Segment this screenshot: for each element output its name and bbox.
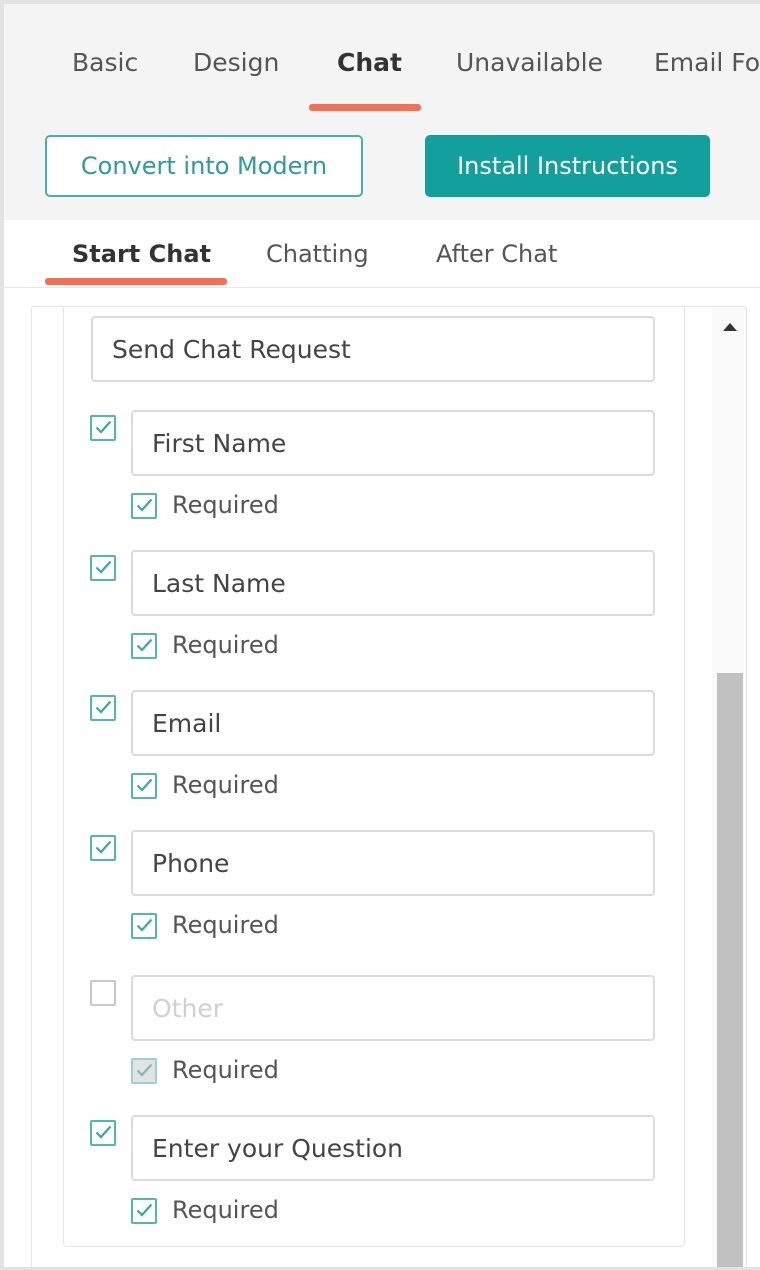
tab-email-form[interactable]: Email For <box>654 48 760 77</box>
active-subtab-indicator <box>45 278 227 285</box>
required-label: Required <box>172 1056 279 1084</box>
tab-chat[interactable]: Chat <box>337 48 402 77</box>
install-instructions-button[interactable]: Install Instructions <box>425 135 710 197</box>
tab-basic[interactable]: Basic <box>72 48 138 77</box>
subtab-chatting[interactable]: Chatting <box>266 240 369 268</box>
field-question-required-checkbox[interactable] <box>131 1198 157 1224</box>
top-toolbar: Basic Design Chat Unavailable Email For … <box>4 4 760 220</box>
field-other-input[interactable]: Other <box>131 975 655 1041</box>
field-last-name-required-checkbox[interactable] <box>131 633 157 659</box>
tab-design[interactable]: Design <box>193 48 279 77</box>
field-last-name-checkbox[interactable] <box>90 555 116 581</box>
field-other-required-checkbox[interactable] <box>131 1058 157 1084</box>
convert-into-modern-button[interactable]: Convert into Modern <box>45 135 363 197</box>
send-chat-request-input[interactable]: Send Chat Request <box>91 316 655 382</box>
check-icon <box>95 840 112 854</box>
check-icon <box>95 420 112 434</box>
required-label: Required <box>172 631 279 659</box>
check-icon <box>95 700 112 714</box>
check-icon <box>136 1203 153 1217</box>
field-other-checkbox[interactable] <box>90 980 116 1006</box>
field-question-input[interactable]: Enter your Question <box>131 1115 655 1181</box>
field-phone-input[interactable]: Phone <box>131 830 655 896</box>
check-icon <box>95 560 112 574</box>
check-icon <box>136 1063 153 1077</box>
field-first-name-input[interactable]: First Name <box>131 410 655 476</box>
check-icon <box>95 1125 112 1139</box>
field-email-input[interactable]: Email <box>131 690 655 756</box>
form-panel: Send Chat Request First Name Required La… <box>31 306 747 1267</box>
tab-unavailable[interactable]: Unavailable <box>456 48 603 77</box>
subtab-after-chat[interactable]: After Chat <box>436 240 557 268</box>
field-email-checkbox[interactable] <box>90 695 116 721</box>
required-label: Required <box>172 1196 279 1224</box>
required-label: Required <box>172 491 279 519</box>
check-icon <box>136 918 153 932</box>
field-first-name-checkbox[interactable] <box>90 415 116 441</box>
check-icon <box>136 778 153 792</box>
scroll-thumb[interactable] <box>717 673 743 1267</box>
required-label: Required <box>172 771 279 799</box>
field-last-name-input[interactable]: Last Name <box>131 550 655 616</box>
settings-window: Basic Design Chat Unavailable Email For … <box>0 0 760 1270</box>
active-tab-indicator <box>309 104 421 111</box>
required-label: Required <box>172 911 279 939</box>
scroll-up-arrow-icon[interactable] <box>723 323 737 331</box>
subtab-start-chat[interactable]: Start Chat <box>72 240 211 268</box>
vertical-scrollbar[interactable] <box>712 307 746 1267</box>
field-phone-required-checkbox[interactable] <box>131 913 157 939</box>
check-icon <box>136 638 153 652</box>
field-email-required-checkbox[interactable] <box>131 773 157 799</box>
field-first-name-required-checkbox[interactable] <box>131 493 157 519</box>
field-phone-checkbox[interactable] <box>90 835 116 861</box>
sub-tab-bar: Start Chat Chatting After Chat <box>4 220 760 288</box>
form-card: Send Chat Request First Name Required La… <box>63 307 685 1247</box>
check-icon <box>136 498 153 512</box>
field-question-checkbox[interactable] <box>90 1120 116 1146</box>
